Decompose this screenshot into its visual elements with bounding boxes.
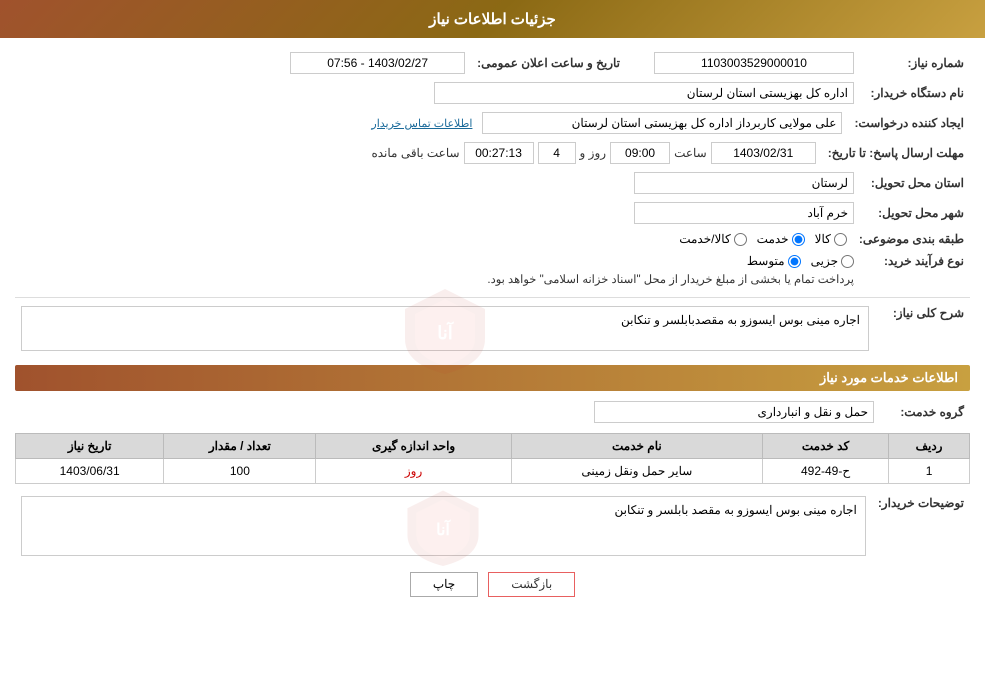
need-number-label: شماره نیاز: bbox=[860, 48, 970, 78]
delivery-province-label: استان محل تحویل: bbox=[860, 168, 970, 198]
col-service-code: کد خدمت bbox=[763, 434, 889, 459]
cell-row-num: 1 bbox=[889, 459, 970, 484]
col-service-name: نام خدمت bbox=[511, 434, 762, 459]
page-title: جزئیات اطلاعات نیاز bbox=[429, 11, 556, 28]
category-khedmat-option[interactable]: خدمت bbox=[757, 232, 805, 246]
buyer-desc-box: آنا اجاره مینی بوس ایسوزو به مقصد بابلسر… bbox=[21, 496, 866, 556]
announce-date-input bbox=[290, 52, 465, 74]
col-row-num: ردیف bbox=[889, 434, 970, 459]
services-table: ردیف کد خدمت نام خدمت واحد اندازه گیری ت… bbox=[15, 433, 970, 484]
category-label: طبقه بندی موضوعی: bbox=[853, 228, 970, 250]
deadline-days-label: روز و bbox=[580, 146, 607, 160]
cell-service-name: سایر حمل ونقل زمینی bbox=[511, 459, 762, 484]
announce-date-label: تاریخ و ساعت اعلان عمومی: bbox=[471, 48, 640, 78]
description-label: شرح کلی نیاز: bbox=[875, 302, 970, 355]
description-box: آنا اجاره مینی بوس ایسوزو به مقصدبابلسر … bbox=[21, 306, 869, 351]
buyer-org-input bbox=[434, 82, 854, 104]
contact-link[interactable]: اطلاعات تماس خریدار bbox=[371, 117, 472, 130]
deadline-label: مهلت ارسال پاسخ: تا تاریخ: bbox=[822, 138, 970, 168]
svg-text:آنا: آنا bbox=[437, 518, 452, 539]
delivery-city-input bbox=[634, 202, 854, 224]
buyer-desc-label: توضیحات خریدار: bbox=[872, 492, 970, 560]
table-row: 1 ح-49-492 سایر حمل ونقل زمینی روز 100 1… bbox=[16, 459, 970, 484]
category-kala-khedmat-option[interactable]: کالا/خدمت bbox=[679, 232, 746, 246]
cell-date: 1403/06/31 bbox=[16, 459, 164, 484]
col-unit: واحد اندازه گیری bbox=[316, 434, 511, 459]
category-kala-option[interactable]: کالا bbox=[815, 232, 847, 246]
purchase-type-motosat[interactable]: متوسط bbox=[747, 254, 801, 268]
back-button[interactable]: بازگشت bbox=[488, 572, 575, 597]
cell-quantity: 100 bbox=[164, 459, 316, 484]
delivery-province-input bbox=[634, 172, 854, 194]
need-number-input bbox=[654, 52, 854, 74]
col-quantity: تعداد / مقدار bbox=[164, 434, 316, 459]
watermark-shield-2: آنا bbox=[393, 486, 493, 566]
buyer-org-label: نام دستگاه خریدار: bbox=[860, 78, 970, 108]
buyer-desc-text: اجاره مینی بوس ایسوزو به مقصد بابلسر و ت… bbox=[614, 503, 856, 517]
cell-service-code: ح-49-492 bbox=[763, 459, 889, 484]
deadline-remaining-input bbox=[464, 142, 534, 164]
delivery-city-label: شهر محل تحویل: bbox=[860, 198, 970, 228]
creator-label: ایجاد کننده درخواست: bbox=[848, 108, 970, 138]
deadline-time-label: ساعت bbox=[674, 146, 707, 160]
deadline-remaining-label: ساعت باقی مانده bbox=[371, 146, 459, 160]
deadline-time-input bbox=[610, 142, 670, 164]
deadline-date-input bbox=[711, 142, 816, 164]
print-button[interactable]: چاپ bbox=[410, 572, 478, 597]
purchase-type-label: نوع فرآیند خرید: bbox=[860, 250, 970, 293]
watermark-shield: آنا bbox=[395, 284, 495, 374]
cell-unit: روز bbox=[316, 459, 511, 484]
purchase-type-jozi[interactable]: جزیی bbox=[811, 254, 854, 268]
deadline-days-input bbox=[538, 142, 576, 164]
description-text: اجاره مینی بوس ایسوزو به مقصدبابلسر و تن… bbox=[621, 313, 860, 327]
creator-input bbox=[482, 112, 842, 134]
page-header: جزئیات اطلاعات نیاز bbox=[0, 0, 985, 38]
service-group-label: گروه خدمت: bbox=[880, 397, 970, 427]
svg-text:آنا: آنا bbox=[437, 321, 454, 343]
service-group-input bbox=[594, 401, 874, 423]
col-date: تاریخ نیاز bbox=[16, 434, 164, 459]
